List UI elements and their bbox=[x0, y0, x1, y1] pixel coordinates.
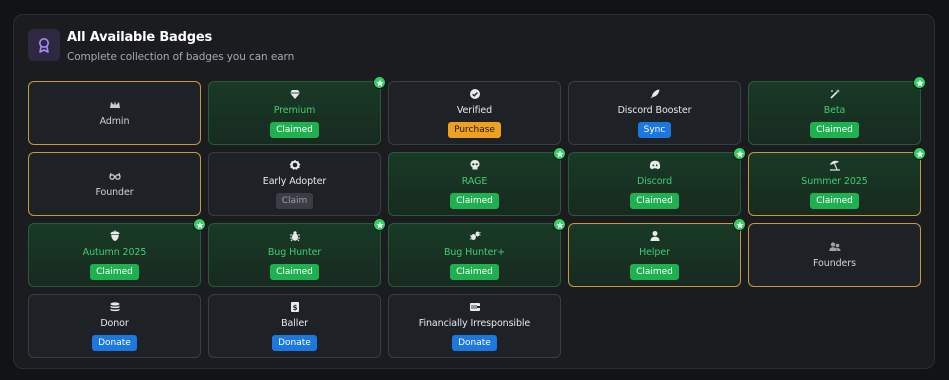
badge-card-early-adopter[interactable]: Early Adopter Claim bbox=[208, 152, 381, 216]
badge-name: Baller bbox=[281, 318, 308, 329]
badge-card-premium[interactable]: Premium Claimed bbox=[208, 76, 386, 145]
acorn-icon bbox=[109, 230, 121, 242]
skull-icon bbox=[469, 159, 481, 171]
svg-text:$: $ bbox=[292, 304, 297, 312]
diamond-icon bbox=[289, 88, 301, 100]
badge-card-baller[interactable]: $ Baller Donate bbox=[208, 294, 381, 358]
star-icon bbox=[373, 218, 386, 231]
badge-card-founder[interactable]: Founder bbox=[28, 152, 201, 216]
badge-name: Verified bbox=[456, 105, 493, 116]
star-icon bbox=[373, 76, 386, 89]
badge-name: Admin bbox=[99, 116, 130, 127]
money-hand-icon: $ bbox=[289, 301, 301, 313]
badge-card-admin[interactable]: Admin bbox=[28, 81, 201, 145]
bug-icon bbox=[289, 230, 301, 242]
verified-icon bbox=[469, 88, 481, 100]
claimed-button[interactable]: Claimed bbox=[450, 193, 499, 209]
badge-card-helper[interactable]: Helper Claimed bbox=[568, 218, 746, 287]
badge-name: Autumn 2025 bbox=[82, 247, 147, 258]
badge-name: Summer 2025 bbox=[801, 176, 868, 187]
badge-name: Early Adopter bbox=[262, 176, 327, 187]
badge-name: Bug Hunter+ bbox=[443, 247, 506, 258]
badge-name: Founder bbox=[95, 187, 134, 198]
badge-name: Founders bbox=[813, 258, 856, 269]
badge-name: Bug Hunter bbox=[267, 247, 322, 258]
coins-icon bbox=[109, 301, 121, 313]
star-icon bbox=[913, 147, 926, 160]
star-icon bbox=[553, 218, 566, 231]
star-icon bbox=[733, 147, 746, 160]
claimed-button[interactable]: Claimed bbox=[810, 122, 859, 138]
badge-name: Financially Irresponsible bbox=[418, 318, 531, 329]
discord-icon bbox=[649, 159, 661, 171]
badge-card-autumn-2025[interactable]: Autumn 2025 Claimed bbox=[28, 218, 206, 287]
star-icon bbox=[193, 218, 206, 231]
badge-name: Beta bbox=[823, 105, 846, 116]
users-icon bbox=[828, 241, 841, 253]
badge-name: Helper bbox=[639, 247, 670, 258]
donate-button[interactable]: Donate bbox=[452, 335, 497, 351]
badge-card-founders[interactable]: Founders bbox=[748, 223, 921, 287]
page-title: All Available Badges bbox=[67, 30, 212, 45]
claimed-button[interactable]: Claimed bbox=[810, 193, 859, 209]
star-icon bbox=[553, 147, 566, 160]
badge-grid: Admin Premium Claimed Verified Purchase Disco… bbox=[28, 76, 926, 358]
claimed-button[interactable]: Claimed bbox=[630, 193, 679, 209]
magic-wand-icon bbox=[829, 88, 841, 100]
badge-name: Discord Booster bbox=[617, 105, 692, 116]
badge-card-verified[interactable]: Verified Purchase bbox=[388, 81, 561, 145]
page-subtitle: Complete collection of badges you can ea… bbox=[67, 51, 295, 63]
claim-button[interactable]: Claim bbox=[275, 193, 314, 209]
badge-card-discord[interactable]: Discord Claimed bbox=[568, 147, 746, 216]
badge-card-donor[interactable]: Donor Donate bbox=[28, 294, 201, 358]
star-icon bbox=[733, 218, 746, 231]
badge-card-bug-hunter[interactable]: Bug Hunter Claimed bbox=[208, 218, 386, 287]
claimed-button[interactable]: Claimed bbox=[270, 264, 319, 280]
purchase-button[interactable]: Purchase bbox=[448, 122, 501, 138]
glasses-icon bbox=[108, 170, 121, 182]
claimed-button[interactable]: Claimed bbox=[270, 122, 319, 138]
badge-card-discord-booster[interactable]: Discord Booster Sync bbox=[568, 81, 741, 145]
badge-card-bug-hunter[interactable]: Bug Hunter+ Claimed bbox=[388, 218, 566, 287]
umbrella-beach-icon bbox=[829, 159, 841, 171]
badge-name: Discord bbox=[636, 176, 672, 187]
badge-card-beta[interactable]: Beta Claimed bbox=[748, 76, 926, 145]
award-icon bbox=[28, 29, 60, 61]
claimed-button[interactable]: Claimed bbox=[630, 264, 679, 280]
badge-name: Premium bbox=[273, 105, 316, 116]
badge-card-summer-2025[interactable]: Summer 2025 Claimed bbox=[748, 147, 926, 216]
claimed-button[interactable]: Claimed bbox=[450, 264, 499, 280]
badge-card-financially-irresponsible[interactable]: Financially Irresponsible Donate bbox=[388, 294, 561, 358]
wallet-icon bbox=[469, 301, 481, 313]
badge-name: RAGE bbox=[461, 176, 488, 187]
donate-button[interactable]: Donate bbox=[92, 335, 137, 351]
badge-check-icon bbox=[289, 159, 301, 171]
bugs-icon bbox=[469, 230, 481, 242]
user-icon bbox=[649, 230, 661, 242]
badge-name: Donor bbox=[100, 318, 129, 329]
sync-button[interactable]: Sync bbox=[637, 122, 672, 138]
rocket-icon bbox=[649, 88, 661, 100]
badges-panel: All Available Badges Complete collection… bbox=[13, 14, 935, 369]
crown-icon bbox=[109, 99, 121, 111]
star-icon bbox=[913, 76, 926, 89]
badge-card-rage[interactable]: RAGE Claimed bbox=[388, 147, 566, 216]
claimed-button[interactable]: Claimed bbox=[90, 264, 139, 280]
donate-button[interactable]: Donate bbox=[272, 335, 317, 351]
